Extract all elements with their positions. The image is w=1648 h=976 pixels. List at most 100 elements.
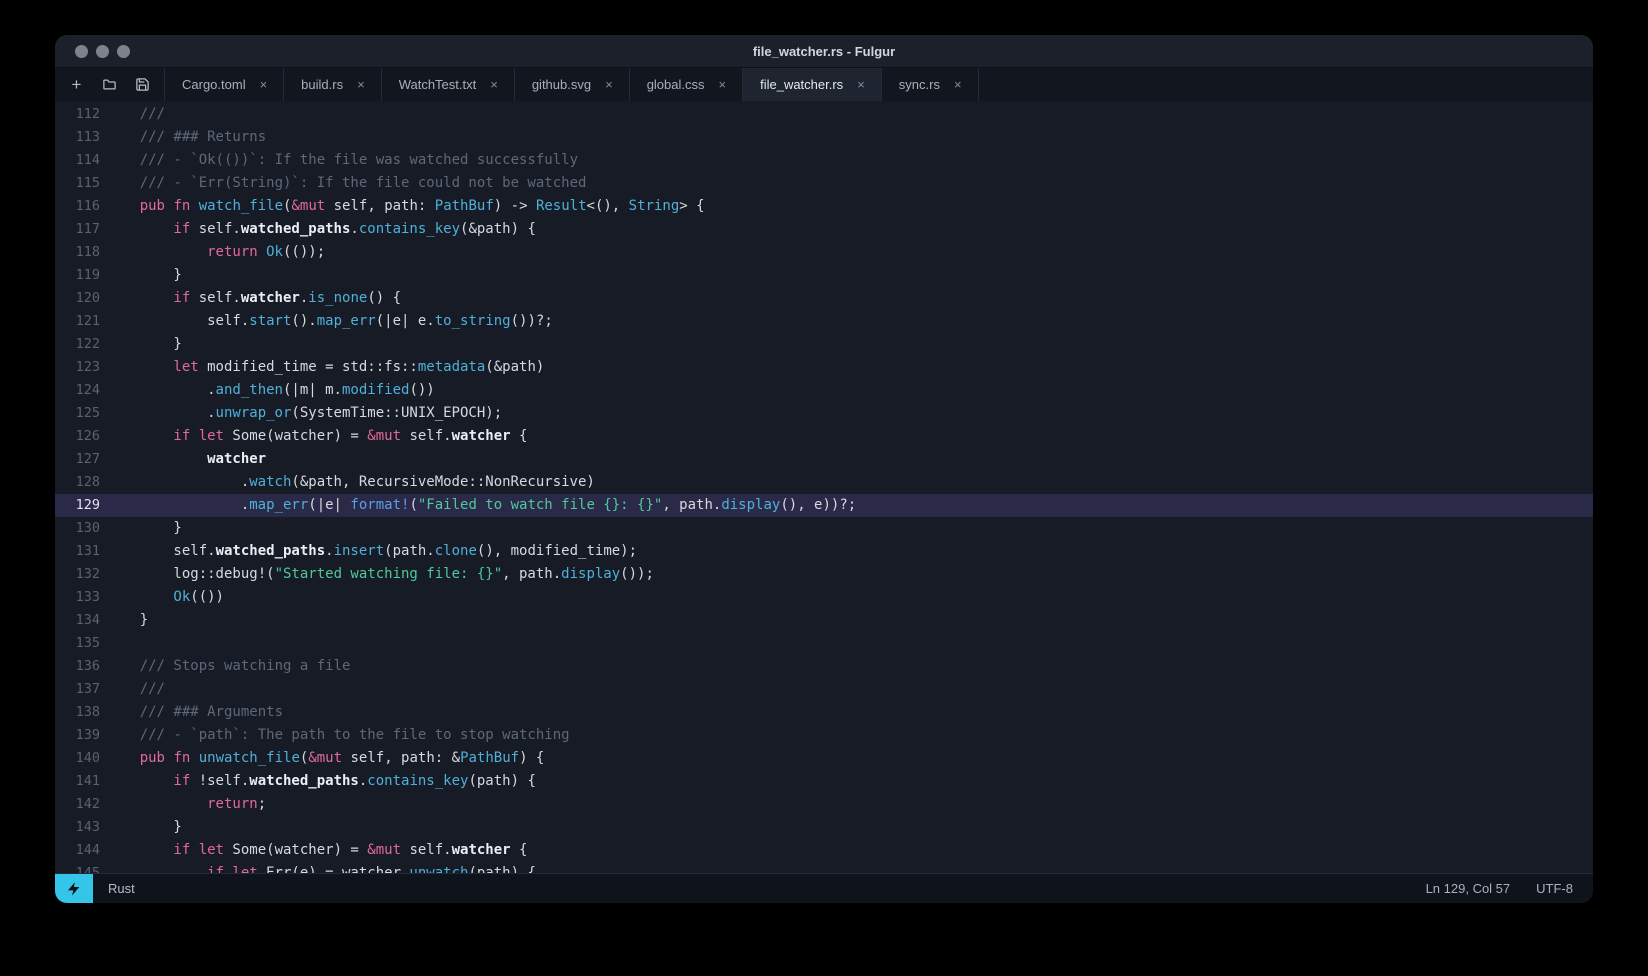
code-line[interactable]: 137 /// — [55, 678, 1593, 701]
code-line[interactable]: 125 .unwrap_or(SystemTime::UNIX_EPOCH); — [55, 402, 1593, 425]
line-number: 124 — [75, 382, 100, 398]
code-line[interactable]: 130} — [55, 517, 1593, 540]
code-line[interactable]: 131 self.watched_paths.insert(path.clone(… — [55, 540, 1593, 563]
tab-close-icon[interactable]: × — [854, 76, 868, 93]
code-line[interactable]: 128 .watch(&path, RecursiveMode::NonRecur… — [55, 471, 1593, 494]
traffic-lights — [75, 44, 130, 58]
code-line[interactable]: 112 /// — [55, 103, 1593, 126]
tab-label: build.rs — [301, 77, 344, 92]
code-line[interactable]: 133 Ok(()) — [55, 586, 1593, 609]
line-content: .and_then(|m| m.modified()) — [207, 382, 435, 398]
line-content: } — [173, 267, 182, 283]
tab-close-icon[interactable]: × — [602, 76, 616, 93]
code-line[interactable]: 143} — [55, 816, 1593, 839]
code-line[interactable]: 141 if !self.watched_paths.contains_key(p… — [55, 770, 1593, 793]
code-line[interactable]: 134} — [55, 609, 1593, 632]
line-content: /// - `Ok(())`: If the file was watched … — [139, 152, 578, 168]
code-line[interactable]: 135 — [55, 632, 1593, 655]
tab-close-icon[interactable]: × — [354, 76, 368, 93]
line-content: /// — [139, 681, 165, 697]
app-logo — [55, 873, 93, 903]
code-line[interactable]: 114 /// - `Ok(())`: If the file was watch… — [55, 149, 1593, 172]
line-content: } — [173, 520, 182, 536]
code-line[interactable]: 136 /// Stops watching a file — [55, 655, 1593, 678]
language-indicator: Rust — [108, 881, 135, 896]
new-file-button[interactable]: + — [61, 72, 92, 98]
code-line[interactable]: 124 .and_then(|m| m.modified()) — [55, 379, 1593, 402]
code-line[interactable]: 142 return; — [55, 793, 1593, 816]
tab-close-icon[interactable]: × — [716, 76, 730, 93]
code-area[interactable]: 112 /// 113 /// ### Returns 114 /// - `Ok(())… — [55, 101, 1593, 873]
save-file-button[interactable] — [127, 72, 158, 98]
minimize-window-button[interactable] — [96, 44, 109, 58]
tab-sync-rs[interactable]: sync.rs × — [882, 68, 979, 101]
folder-icon — [103, 79, 116, 90]
title-bar[interactable]: file_watcher.rs - Fulgur — [55, 35, 1593, 68]
code-line[interactable]: 129 .map_err(|e| format!("Failed to watch… — [55, 494, 1593, 517]
line-number: 138 — [75, 704, 100, 720]
line-number: 130 — [75, 520, 100, 536]
line-content: .watch(&path, RecursiveMode::NonRecursiv… — [240, 474, 595, 490]
code-line[interactable]: 117 if self.watched_paths.contains_key(&p… — [55, 218, 1593, 241]
tab-close-icon[interactable]: × — [487, 76, 501, 93]
line-number: 116 — [75, 198, 100, 214]
tab-close-icon[interactable]: × — [951, 76, 965, 93]
tab-cargo-toml[interactable]: Cargo.toml × — [165, 68, 285, 101]
code-line[interactable]: 121 self.start().map_err(|e| e.to_string(… — [55, 310, 1593, 333]
line-content: pub fn unwatch_file(&mut self, path: &Pa… — [139, 750, 545, 766]
tab-file-watcher-rs[interactable]: file_watcher.rs × — [743, 68, 882, 101]
tab-label: global.css — [646, 77, 705, 92]
code-line[interactable]: 144 if let Some(watcher) = &mut self.watc… — [55, 839, 1593, 862]
tab-global-css[interactable]: global.css × — [630, 68, 744, 101]
line-number: 115 — [75, 175, 100, 191]
tab-build-rs[interactable]: build.rs × — [284, 68, 382, 101]
tab-label: file_watcher.rs — [760, 77, 844, 92]
line-number: 134 — [75, 612, 100, 628]
code-line[interactable]: 127 watcher — [55, 448, 1593, 471]
line-content: /// Stops watching a file — [139, 658, 351, 674]
line-number: 144 — [75, 842, 100, 858]
code-line[interactable]: 119} — [55, 264, 1593, 287]
close-window-button[interactable] — [75, 44, 88, 58]
line-number: 140 — [75, 750, 100, 766]
tab-github-svg[interactable]: github.svg × — [515, 68, 630, 101]
lightning-bolt-icon — [68, 881, 80, 896]
zoom-window-button[interactable] — [117, 44, 130, 58]
line-content: if let Some(watcher) = &mut self.watcher… — [173, 428, 528, 444]
line-content: Ok(()) — [173, 589, 224, 605]
code-line[interactable]: 115 /// - `Err(String)`: If the file coul… — [55, 172, 1593, 195]
line-content: self.start().map_err(|e| e.to_string())?… — [207, 313, 553, 329]
code-line[interactable]: 132 log::debug!("Started watching file: {… — [55, 563, 1593, 586]
code-line[interactable]: 113 /// ### Returns — [55, 126, 1593, 149]
code-line[interactable]: 145 if let Err(e) = watcher.unwatch(path)… — [55, 862, 1593, 873]
line-content: /// ### Arguments — [139, 704, 283, 720]
plus-icon: + — [71, 74, 82, 94]
line-content: return Ok(()); — [207, 244, 326, 260]
line-number: 132 — [75, 566, 100, 582]
status-right: Ln 129, Col 57 UTF-8 — [1426, 881, 1593, 896]
tab-watchtest-txt[interactable]: WatchTest.txt × — [382, 68, 515, 101]
line-content: watcher — [207, 451, 267, 467]
code-line[interactable]: 120 if self.watcher.is_none() { — [55, 287, 1593, 310]
open-folder-button[interactable] — [94, 72, 125, 98]
code-line[interactable]: 140 pub fn unwatch_file(&mut self, path: … — [55, 747, 1593, 770]
line-content: log::debug!("Started watching file: {}",… — [173, 566, 654, 582]
code-line[interactable]: 122} — [55, 333, 1593, 356]
line-number: 139 — [75, 727, 100, 743]
editor-window: file_watcher.rs - Fulgur + Cargo.toml × bu… — [55, 35, 1593, 903]
line-number: 112 — [75, 106, 100, 122]
tab-label: github.svg — [531, 77, 592, 92]
tab-close-icon[interactable]: × — [257, 76, 271, 93]
line-content: if self.watched_paths.contains_key(&path… — [173, 221, 536, 237]
line-number: 136 — [75, 658, 100, 674]
tab-label: Cargo.toml — [182, 77, 246, 92]
code-line[interactable]: 123 let modified_time = std::fs::metadata… — [55, 356, 1593, 379]
line-content: if let Err(e) = watcher.unwatch(path) { — [207, 865, 536, 873]
line-number: 120 — [75, 290, 100, 306]
code-line[interactable]: 126 if let Some(watcher) = &mut self.watc… — [55, 425, 1593, 448]
code-line[interactable]: 138 /// ### Arguments — [55, 701, 1593, 724]
code-line[interactable]: 116 pub fn watch_file(&mut self, path: Pa… — [55, 195, 1593, 218]
line-number: 119 — [75, 267, 100, 283]
code-line[interactable]: 139 /// - `path`: The path to the file to… — [55, 724, 1593, 747]
code-line[interactable]: 118 return Ok(()); — [55, 241, 1593, 264]
